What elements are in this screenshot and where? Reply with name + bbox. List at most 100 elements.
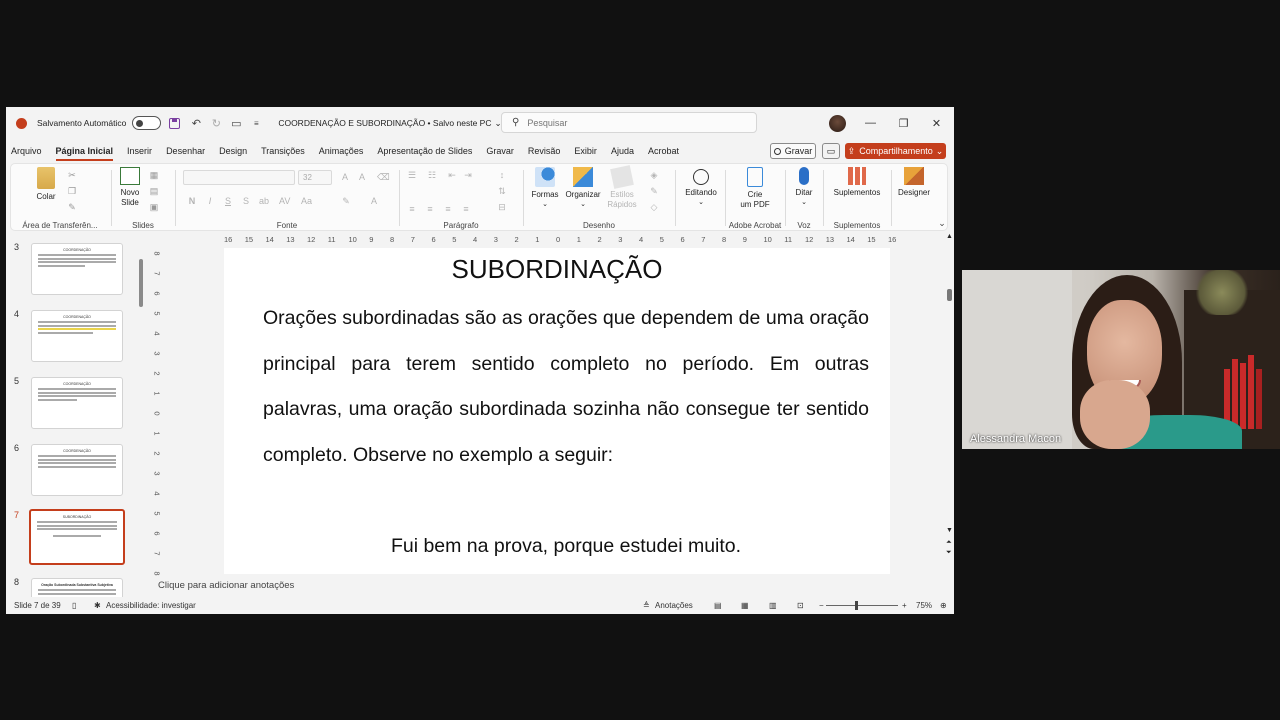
tab-design[interactable]: Design [219,142,247,160]
char-spacing-icon[interactable]: AV [279,196,290,206]
normal-view-icon[interactable]: ▤ [714,601,722,610]
quick-styles-button[interactable]: Estilos Rápidos [605,165,639,210]
next-slide-icon[interactable]: ⏷ [946,549,952,557]
tab-inserir[interactable]: Inserir [127,142,152,160]
comments-button[interactable]: ▭ [822,143,840,159]
customize-toolbar-icon[interactable]: ≡ [248,115,264,131]
spelling-icon[interactable]: ▯ [72,601,76,610]
slide-canvas[interactable]: SUBORDINAÇÃO Orações subordinadas são as… [224,248,890,574]
increase-font-icon[interactable]: A [340,172,350,182]
align-right-icon[interactable]: ≡ [443,204,453,214]
tab-gravar[interactable]: Gravar [486,142,514,160]
tab-pagina-inicial[interactable]: Página Inicial [55,142,113,161]
slide-thumbnail[interactable]: Oração Subordinada Substantiva Subjetiva [31,578,123,597]
decrease-indent-icon[interactable]: ⇤ [447,170,457,180]
restore-icon[interactable]: ❐ [887,107,920,139]
justify-icon[interactable]: ≡ [461,204,471,214]
scroll-down-icon[interactable]: ▼ [946,527,953,534]
slide-thumbnail[interactable]: COORDENAÇÃO [31,444,123,496]
font-color-icon[interactable]: A [369,196,379,206]
undo-icon[interactable]: ↶ [188,115,204,131]
change-case-icon[interactable]: Aa [301,196,312,206]
zoom-out-icon[interactable]: − [819,601,824,610]
search-box[interactable]: ⚲ [501,112,757,133]
dictate-button[interactable]: Ditar ⌄ [789,167,819,208]
avatar[interactable] [829,115,846,132]
search-input[interactable] [527,117,728,128]
scrollbar-thumb[interactable] [947,289,952,301]
tab-animacoes[interactable]: Animações [319,142,364,160]
text-direction-icon[interactable]: ⇅ [497,186,507,196]
italic-icon[interactable]: I [205,196,215,206]
slideshow-icon[interactable]: ⊡ [797,601,804,610]
tab-revisao[interactable]: Revisão [528,142,561,160]
shape-effects-icon[interactable]: ◇ [649,202,659,212]
shape-fill-icon[interactable]: ◈ [649,170,659,180]
close-icon[interactable]: ✕ [920,107,953,139]
autosave-toggle[interactable] [132,116,162,130]
notes-pane[interactable]: Clique para adicionar anotações [149,577,944,595]
shapes-button[interactable]: Formas ⌄ [527,167,563,210]
slide-body-text[interactable]: Orações subordinadas são as orações que … [263,296,869,478]
notes-toggle[interactable]: Anotações [655,601,693,610]
redo-icon[interactable]: ↻ [208,115,224,131]
slide-thumbnail[interactable]: COORDENAÇÃO [31,310,123,362]
slide-scrollbar[interactable]: ▲ ▼ ⏶ ⏷ [946,233,954,567]
accessibility-status[interactable]: Acessibilidade: investigar [106,601,196,610]
new-slide-button[interactable]: Novo Slide [115,167,145,208]
align-text-icon[interactable]: ⊟ [497,202,507,212]
zoom-slider[interactable] [826,605,898,606]
align-center-icon[interactable]: ≡ [425,204,435,214]
minimize-icon[interactable]: — [854,107,887,139]
increase-indent-icon[interactable]: ⇥ [463,170,473,180]
editing-button[interactable]: Editando ⌄ [681,167,721,208]
zoom-in-icon[interactable]: + [902,601,907,610]
tab-desenhar[interactable]: Desenhar [166,142,205,160]
addins-button[interactable]: Suplementos [829,167,885,198]
font-size-select[interactable]: 32 [298,170,332,185]
decrease-font-icon[interactable]: A [357,172,367,182]
slide-title[interactable]: SUBORDINAÇÃO [224,254,890,285]
copy-icon[interactable]: ❐ [67,186,77,196]
slide-example-sentence[interactable]: Fui bem na prova, porque estudei muito. [224,535,890,558]
highlight-icon[interactable]: ✎ [341,196,351,206]
present-icon[interactable]: ▭ [228,115,244,131]
numbering-icon[interactable]: ☷ [427,170,437,180]
collapse-ribbon-icon[interactable]: ⌄ [937,218,947,228]
shape-outline-icon[interactable]: ✎ [649,186,659,196]
save-icon[interactable] [169,117,181,129]
underline-icon[interactable]: S [223,196,233,206]
slide-thumbnail[interactable]: COORDENAÇÃO [31,243,123,295]
layout-icon[interactable]: ▦ [149,170,159,180]
slide-thumbnail[interactable]: COORDENAÇÃO [31,377,123,429]
reset-icon[interactable]: ▤ [149,186,159,196]
section-icon[interactable]: ▣ [149,202,159,212]
document-title[interactable]: COORDENAÇÃO E SUBORDINAÇÃO • Salvo neste… [278,118,491,128]
format-painter-icon[interactable]: ✎ [67,202,77,212]
zoom-slider-handle[interactable] [855,601,858,610]
designer-button[interactable]: Designer [893,167,935,198]
line-spacing-icon[interactable]: ↕ [497,170,507,180]
tab-exibir[interactable]: Exibir [574,142,597,160]
tab-arquivo[interactable]: Arquivo [11,142,42,160]
tab-transicoes[interactable]: Transições [261,142,305,160]
record-button[interactable]: Gravar [770,143,816,159]
bold-icon[interactable]: N [187,196,197,206]
zoom-level[interactable]: 75% [916,601,932,610]
create-pdf-button[interactable]: Crie um PDF [737,167,773,210]
tab-acrobat[interactable]: Acrobat [648,142,679,160]
reading-view-icon[interactable]: ▥ [769,601,777,610]
tab-ajuda[interactable]: Ajuda [611,142,634,160]
clear-format-icon[interactable]: ⌫ [377,172,390,182]
paste-button[interactable]: Colar [31,167,61,202]
tab-apresentacao[interactable]: Apresentação de Slides [377,142,472,160]
font-name-select[interactable] [183,170,295,185]
slide-sorter-icon[interactable]: ▦ [741,601,749,610]
bullets-icon[interactable]: ☰ [407,170,417,180]
fit-to-window-icon[interactable]: ⊕ [940,601,947,610]
cut-icon[interactable]: ✂ [67,170,77,180]
shadow-icon[interactable]: S [241,196,251,206]
strikethrough-icon[interactable]: ab [259,196,269,206]
scroll-up-icon[interactable]: ▲ [946,233,953,240]
align-left-icon[interactable]: ≡ [407,204,417,214]
